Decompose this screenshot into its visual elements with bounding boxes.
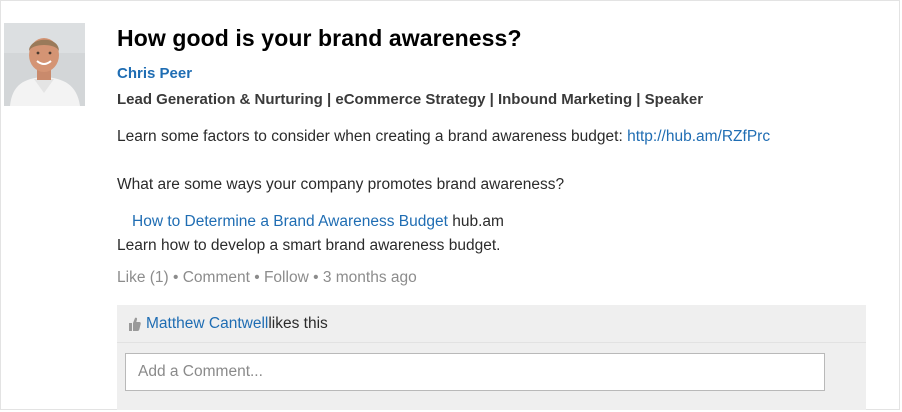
post-actions: Like (1) • Comment • Follow • 3 months a… <box>117 269 417 287</box>
like-button[interactable]: Like (1) <box>117 269 169 286</box>
post-body: Learn some factors to consider when crea… <box>117 128 770 146</box>
thumbs-up-icon <box>129 317 141 331</box>
avatar[interactable] <box>4 23 85 106</box>
author-headline: Lead Generation & Nurturing | eCommerce … <box>117 91 704 108</box>
action-separator: • <box>308 269 323 286</box>
post-question: What are some ways your company promotes… <box>117 176 565 193</box>
post-title[interactable]: How good is your brand awareness? <box>117 25 522 52</box>
likes-panel: Matthew Cantwell likes this <box>117 305 866 410</box>
shared-link-source: hub.am <box>447 213 504 230</box>
post-body-link[interactable]: http://hub.am/RZfPrc <box>627 128 770 145</box>
shared-link-description: Learn how to develop a smart brand aware… <box>117 237 501 254</box>
comment-button[interactable]: Comment <box>183 269 250 286</box>
likes-suffix: likes this <box>268 315 328 332</box>
liker-name-link[interactable]: Matthew Cantwell <box>146 315 268 333</box>
follow-button[interactable]: Follow <box>264 269 309 286</box>
shared-link-title[interactable]: How to Determine a Brand Awareness Budge… <box>132 213 448 230</box>
likes-summary: Matthew Cantwell likes this <box>129 315 328 333</box>
divider <box>117 342 866 343</box>
action-separator: • <box>249 269 264 286</box>
shared-link: How to Determine a Brand Awareness Budge… <box>132 213 504 231</box>
author-name[interactable]: Chris Peer <box>117 65 192 82</box>
post-timestamp: 3 months ago <box>322 269 417 286</box>
action-separator: • <box>168 269 183 286</box>
post-body-text: Learn some factors to consider when crea… <box>117 128 628 145</box>
comment-input[interactable] <box>125 353 825 391</box>
author-photo <box>4 23 85 106</box>
